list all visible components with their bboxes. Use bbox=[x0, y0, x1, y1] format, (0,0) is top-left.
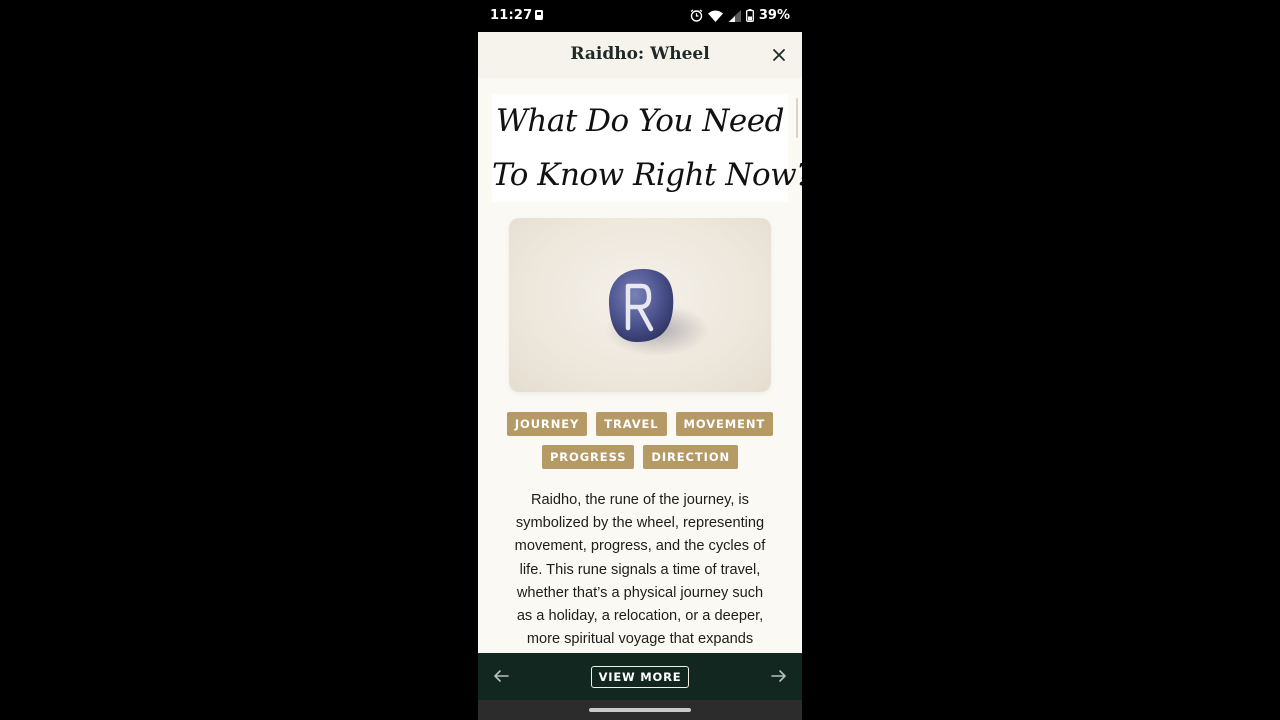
tag-progress[interactable]: PROGRESS bbox=[541, 445, 635, 469]
hero-heading: What Do You Need To Know Right Now? bbox=[492, 94, 802, 202]
view-more-button[interactable]: VIEW MORE bbox=[591, 666, 689, 688]
signal-icon bbox=[727, 9, 741, 22]
rune-stone-illustration bbox=[605, 268, 709, 356]
tag-direction[interactable]: DIRECTION bbox=[643, 445, 739, 469]
tag-list: JOURNEY TRAVEL MOVEMENT PROGRESS DIRECTI… bbox=[478, 412, 802, 478]
description-line: whether that’s a physical journey such bbox=[516, 584, 764, 601]
app-header: Raidho: Wheel bbox=[478, 32, 802, 78]
tag-row-2: PROGRESS DIRECTION bbox=[478, 445, 802, 469]
status-icons: 39% bbox=[690, 8, 790, 23]
tag-travel[interactable]: TRAVEL bbox=[596, 412, 667, 436]
home-gesture-pill[interactable] bbox=[589, 708, 691, 712]
tag-row-1: JOURNEY TRAVEL MOVEMENT bbox=[478, 412, 802, 436]
description-line: movement, progress, and the cycles of bbox=[514, 538, 766, 555]
tag-journey[interactable]: JOURNEY bbox=[506, 412, 588, 436]
close-icon[interactable] bbox=[770, 46, 788, 64]
status-time: 11:27 bbox=[490, 8, 533, 23]
hero-heading-line-1: What Do You Need bbox=[496, 103, 784, 139]
description-line: more spiritual voyage that expands bbox=[526, 631, 754, 648]
description-line: life. This rune signals a time of travel… bbox=[519, 561, 761, 578]
bottom-nav: VIEW MORE bbox=[478, 653, 802, 700]
system-nav-bar bbox=[478, 700, 802, 720]
battery-percent: 39% bbox=[758, 8, 790, 23]
hero-heading-line-2: To Know Right Now? bbox=[492, 157, 802, 193]
phone-screen: 11:27 39% Raidho: Wheel What Do You Need… bbox=[478, 0, 802, 720]
rune-stone-image bbox=[509, 218, 771, 392]
description-text: Raidho, the rune of the journey, is symb… bbox=[504, 489, 776, 651]
content-area[interactable]: What Do You Need To Know Right Now? JOUR… bbox=[478, 78, 802, 653]
status-bar: 11:27 39% bbox=[478, 0, 802, 32]
arrow-right-icon[interactable] bbox=[771, 669, 787, 683]
description-line: Raidho, the rune of the journey, is bbox=[531, 492, 749, 508]
notification-icon bbox=[535, 10, 543, 20]
page-title: Raidho: Wheel bbox=[570, 44, 710, 64]
description-line: symbolized by the wheel, representing bbox=[515, 515, 765, 532]
alarm-icon bbox=[690, 9, 703, 22]
scrollbar-thumb[interactable] bbox=[796, 98, 798, 138]
tag-movement[interactable]: MOVEMENT bbox=[675, 412, 774, 436]
wifi-icon bbox=[707, 10, 723, 22]
description-line: as a holiday, a relocation, or a deeper, bbox=[516, 608, 764, 625]
arrow-left-icon[interactable] bbox=[493, 669, 509, 683]
battery-icon bbox=[745, 9, 754, 22]
